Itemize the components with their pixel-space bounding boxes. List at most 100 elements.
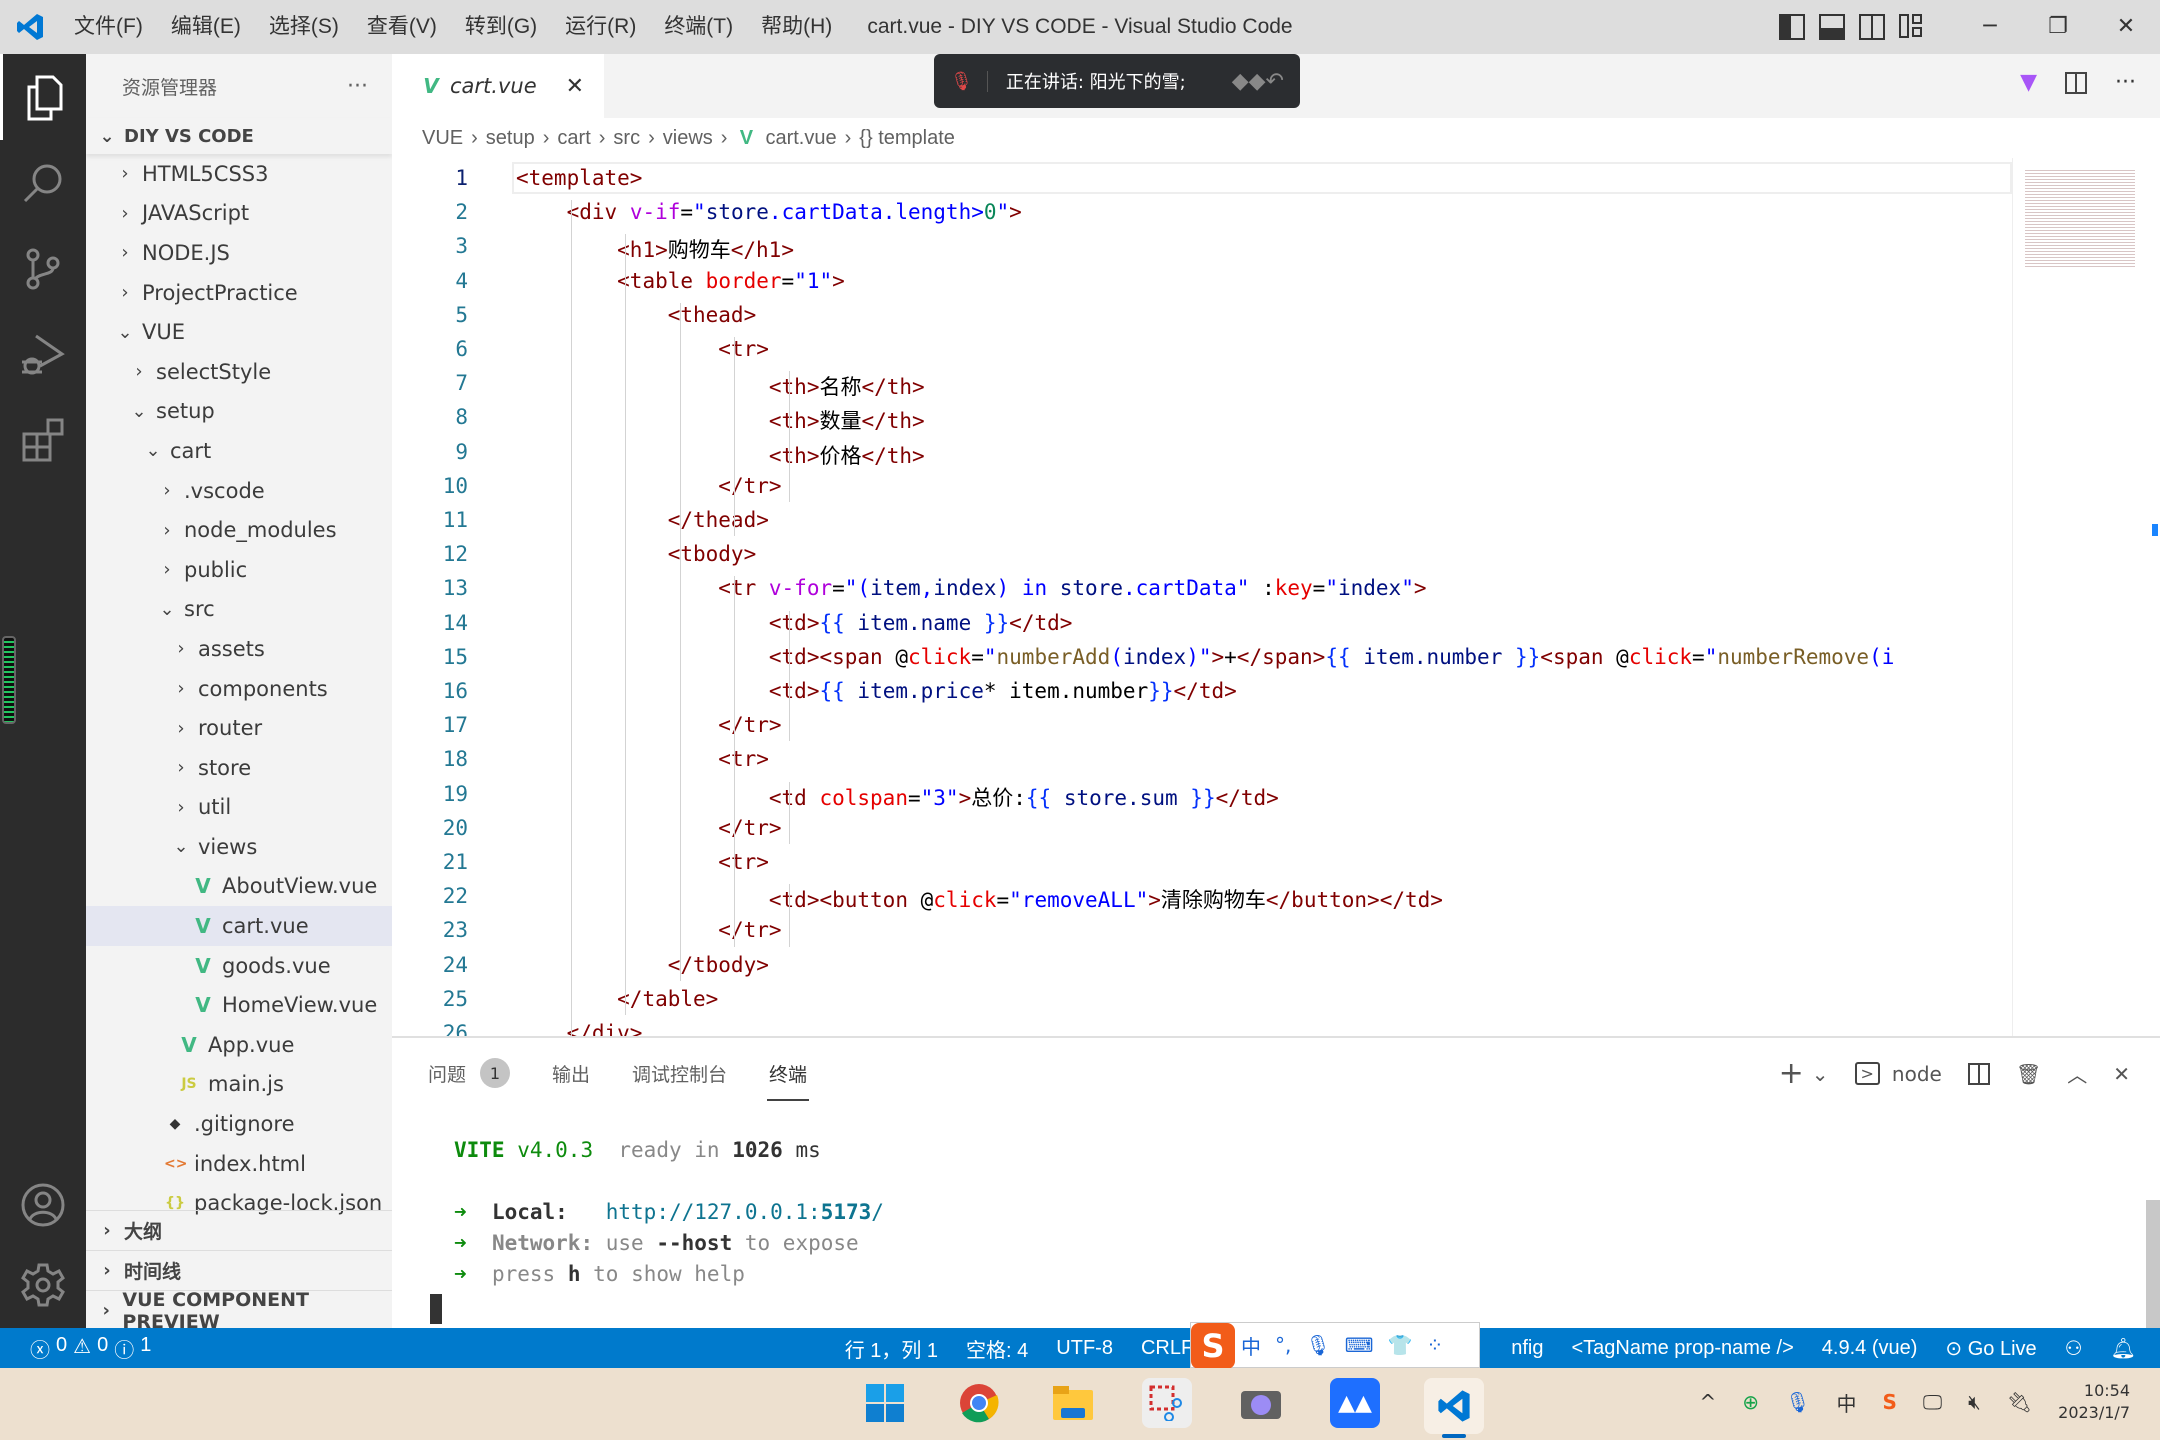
settings-gear-icon[interactable] — [0, 1242, 86, 1328]
code-line[interactable]: <table border="1"> — [516, 269, 845, 293]
encoding[interactable]: UTF-8 — [1056, 1337, 1113, 1360]
volume-muted-icon[interactable]: 🔇︎ — [1968, 1390, 1981, 1414]
ime-skin-icon[interactable]: 👕 — [1388, 1333, 1413, 1357]
ime-punct-toggle[interactable]: °, — [1275, 1333, 1291, 1357]
code-line[interactable]: </thead> — [516, 508, 769, 532]
restore-button[interactable]: ❐ — [2024, 0, 2092, 54]
menu-item[interactable]: 运行(R) — [551, 0, 650, 54]
tree-item-views[interactable]: ⌄ views — [86, 827, 392, 867]
code-line[interactable]: </tr> — [516, 713, 781, 737]
tree-item-components[interactable]: › components — [86, 669, 392, 709]
tree-item-aboutview-vue[interactable]: V AboutView.vue — [86, 867, 392, 907]
tree-item--vscode[interactable]: › .vscode — [86, 471, 392, 511]
vscode-taskbar-icon[interactable] — [1424, 1378, 1484, 1438]
terminal-dropdown-chevron-icon[interactable]: ⌄ — [1812, 1062, 1829, 1086]
code-line[interactable]: <td><span @click="numberAdd(index)">+</s… — [516, 645, 1894, 669]
tencent-meeting-icon[interactable]: ▲▲ — [1330, 1378, 1380, 1428]
code-line[interactable]: <tbody> — [516, 542, 757, 566]
chrome-icon[interactable] — [954, 1378, 1004, 1428]
tray-app-icon[interactable]: ⊕ — [1742, 1390, 1759, 1414]
breadcrumb-item[interactable]: {} template — [859, 127, 955, 150]
menu-item[interactable]: 查看(V) — [353, 0, 451, 54]
close-window-button[interactable]: ✕ — [2092, 0, 2160, 54]
problems-status[interactable]: ⓧ 0 ⚠ 0 ⓘ 1 — [0, 1334, 151, 1363]
tree-item-src[interactable]: ⌄ src — [86, 590, 392, 630]
ime-toolbox-icon[interactable]: ⁘ — [1427, 1333, 1444, 1357]
tree-item-index-html[interactable]: <> index.html — [86, 1144, 392, 1184]
menu-item[interactable]: 编辑(E) — [157, 0, 255, 54]
tab-output[interactable]: 输出 — [552, 1060, 590, 1087]
start-windows-icon[interactable] — [860, 1378, 910, 1428]
ime-keyboard-icon[interactable]: ⌨ — [1345, 1333, 1374, 1357]
code-line[interactable]: <th>数量</th> — [516, 405, 925, 435]
terminal-shell-icon[interactable]: > — [1854, 1062, 1880, 1085]
snipping-tool-icon[interactable] — [1142, 1378, 1192, 1428]
split-terminal-icon[interactable] — [1967, 1062, 1990, 1085]
close-panel-icon[interactable]: ✕ — [2113, 1062, 2130, 1086]
sogou-logo-icon[interactable]: S — [1191, 1323, 1235, 1369]
maximize-panel-chevron-up-icon[interactable]: ︿ — [2067, 1059, 2087, 1088]
file-explorer-icon[interactable] — [1048, 1378, 1098, 1428]
ime-lang-toggle[interactable]: 中 — [1241, 1331, 1261, 1360]
tree-item-vue[interactable]: ⌄ VUE — [86, 312, 392, 352]
camera-icon[interactable] — [1236, 1378, 1286, 1428]
code-line[interactable]: </div> — [516, 1021, 643, 1036]
terminal-name[interactable]: node — [1892, 1062, 1942, 1086]
workspace-root[interactable]: ⌄ DIY VS CODE — [86, 118, 392, 154]
breadcrumb-item[interactable]: setup — [486, 127, 535, 150]
split-editor-icon[interactable] — [2065, 71, 2088, 94]
breadcrumb-item[interactable]: cart.vue — [765, 127, 836, 150]
ime-mic-icon[interactable]: 🎙 — [1305, 1333, 1330, 1357]
tree-item-html5css3[interactable]: › HTML5CSS3 — [86, 154, 392, 194]
tree-item-projectpractice[interactable]: › ProjectPractice — [86, 273, 392, 313]
notifications-bell-icon[interactable]: 🔔︎ — [2111, 1336, 2136, 1361]
tab-problems[interactable]: 问题 1 — [428, 1058, 511, 1088]
accounts-icon[interactable] — [0, 1162, 86, 1248]
code-line[interactable]: </tr> — [516, 918, 781, 942]
muted-mic-icon[interactable]: 🎙 — [950, 70, 988, 92]
tree-item-util[interactable]: › util — [86, 788, 392, 828]
config-status[interactable]: nfig — [1511, 1337, 1543, 1360]
extensions-icon[interactable] — [0, 398, 86, 484]
code-line[interactable]: </tbody> — [516, 953, 769, 977]
code-line[interactable]: </tr> — [516, 816, 781, 840]
breadcrumb-item[interactable]: VUE — [422, 127, 463, 150]
battery-icon[interactable]: 🔌︎ — [2007, 1390, 2032, 1414]
tree-item-goods-vue[interactable]: Vgoods.vue — [86, 946, 392, 986]
tree-item-javascript[interactable]: › JAVAScript — [86, 194, 392, 234]
typescript-version[interactable]: 4.9.4 (vue) — [1822, 1337, 1918, 1360]
tree-item-main-js[interactable]: JS main.js — [86, 1065, 392, 1105]
section-0[interactable]: › 大纲 — [86, 1210, 392, 1250]
close-tab-icon[interactable]: ✕ — [566, 74, 584, 99]
indentation[interactable]: 空格: 4 — [966, 1334, 1028, 1363]
section-1[interactable]: › 时间线 — [86, 1250, 392, 1290]
code-line[interactable]: <div v-if="store.cartData.length>0"> — [516, 200, 1022, 224]
code-line[interactable]: <tr> — [516, 337, 769, 361]
code-line[interactable]: </tr> — [516, 474, 781, 498]
tab-cart-vue[interactable]: V cart.vue ✕ — [392, 54, 604, 118]
code-line[interactable]: <td>{{ item.name }}</td> — [516, 611, 1073, 635]
toggle-panel-icon[interactable] — [1819, 14, 1845, 40]
terminal-scrollbar[interactable] — [2146, 1200, 2160, 1330]
code-editor[interactable]: 1 <template> 2 <div v-if="store.cartData.l… — [392, 158, 2012, 1036]
code-line[interactable]: <td colspan="3">总价:{{ store.sum }}</td> — [516, 782, 1279, 812]
code-line[interactable]: <h1>购物车</h1> — [516, 234, 794, 264]
tree-item-setup[interactable]: ⌄ setup — [86, 392, 392, 432]
tray-sogou-icon[interactable]: S — [1882, 1390, 1896, 1414]
tree-item-cart-vue[interactable]: Vcart.vue — [86, 906, 392, 946]
menu-item[interactable]: 文件(F) — [60, 0, 157, 54]
kill-terminal-trash-icon[interactable]: 🗑 — [2016, 1062, 2041, 1086]
tab-terminal[interactable]: 终端 — [767, 1060, 810, 1101]
code-line[interactable]: <td><button @click="removeALL">清除购物车</bu… — [516, 884, 1443, 914]
code-line[interactable]: <th>价格</th> — [516, 440, 925, 470]
tree-item-public[interactable]: › public — [86, 550, 392, 590]
menu-item[interactable]: 选择(S) — [255, 0, 353, 54]
vite-icon[interactable]: ▼ — [2020, 70, 2037, 95]
tree-item-homeview-vue[interactable]: V HomeView.vue — [86, 985, 392, 1025]
tree-item-node-modules[interactable]: › node_modules — [86, 510, 392, 550]
code-line[interactable]: <th>名称</th> — [516, 371, 925, 401]
breadcrumb-item[interactable]: cart — [557, 127, 590, 150]
terminal-output[interactable]: VITE v4.0.3 ready in 1026 ms ➜ Local: ht… — [454, 1138, 884, 1293]
code-line[interactable]: <tr> — [516, 850, 769, 874]
local-url[interactable]: http://127.0.0.1:5173/ — [606, 1200, 884, 1224]
